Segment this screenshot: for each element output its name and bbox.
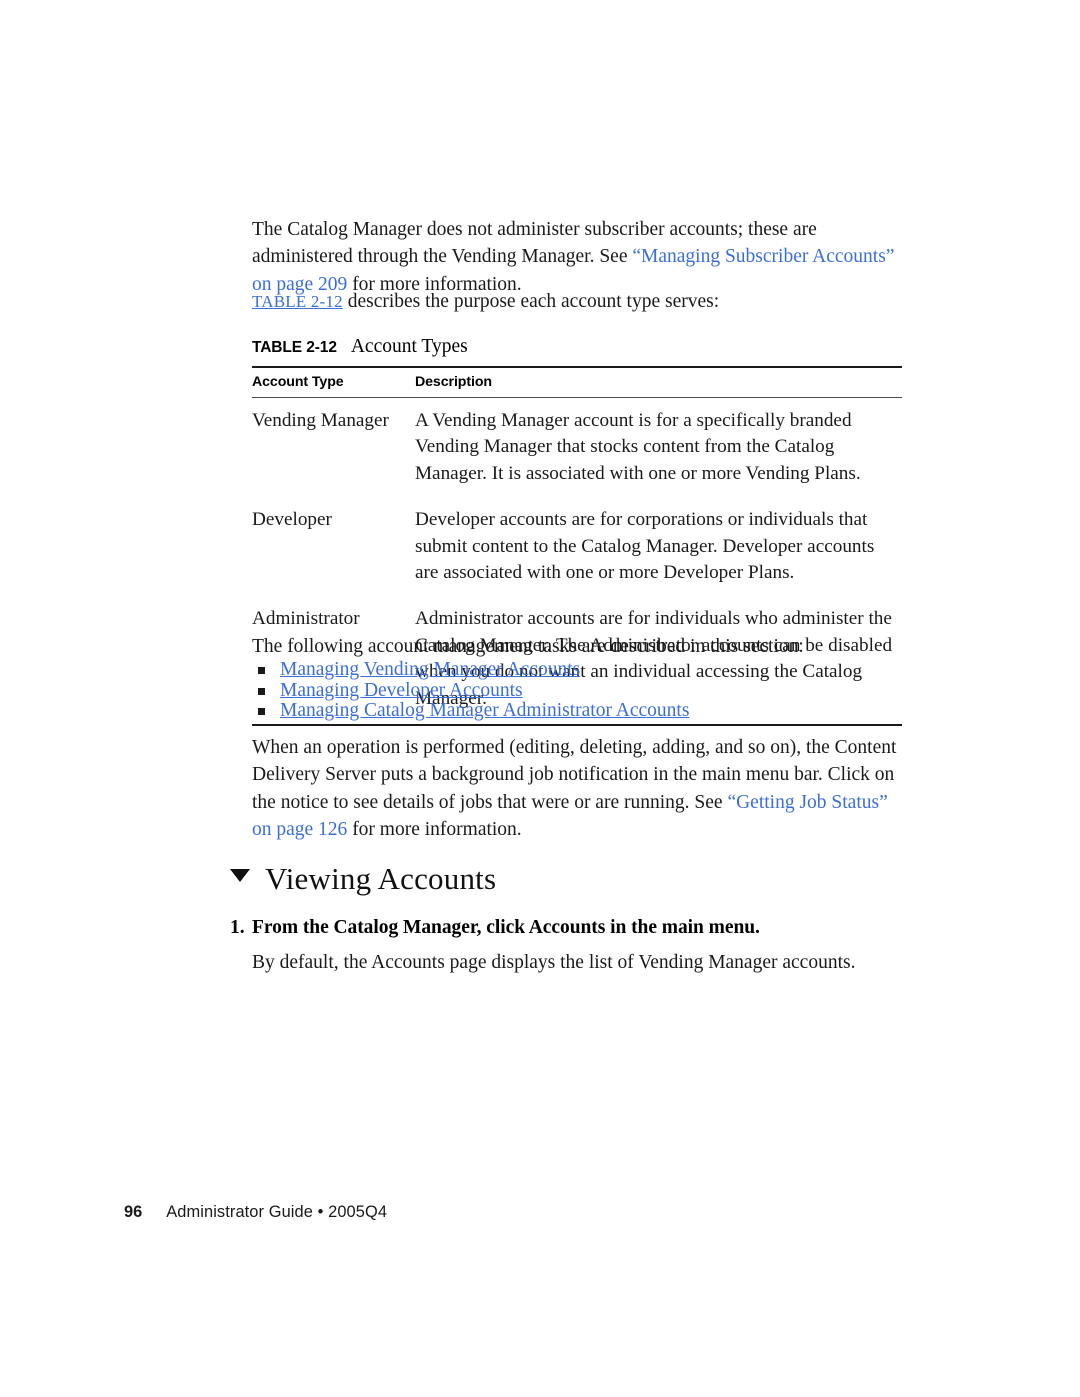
intro-paragraph: The Catalog Manager does not administer …	[252, 216, 912, 298]
page-title: Viewing Accounts	[265, 861, 497, 896]
table-intro-line: TABLE 2-12 describes the purpose each ac…	[252, 288, 912, 315]
column-header-account-type: Account Type	[252, 366, 415, 398]
table-caption: TABLE 2-12 Account Types	[252, 336, 912, 358]
section-heading: Viewing Accounts	[230, 862, 910, 896]
managing-developer-accounts-link[interactable]: Managing Developer Accounts	[280, 680, 523, 701]
triangle-down-icon	[230, 869, 250, 882]
footer-text: Administrator Guide • 2005Q4	[166, 1203, 388, 1221]
table-intro-text: TABLE 2-12 describes the purpose each ac…	[252, 288, 912, 315]
table-header-row: Account Type Description	[252, 366, 902, 398]
table-row: Developer Developer accounts are for cor…	[252, 497, 902, 596]
step-body-text: By default, the Accounts page displays t…	[252, 952, 856, 973]
operation-note-text: When an operation is performed (editing,…	[252, 734, 912, 844]
table-caption-label: TABLE 2-12	[252, 339, 337, 356]
step-title: From the Catalog Manager, click Accounts…	[252, 917, 760, 938]
procedure-step: 1. From the Catalog Manager, click Accou…	[230, 915, 920, 976]
tasks-intro-paragraph: The following account management tasks a…	[252, 633, 912, 660]
table-2-12-reference-link[interactable]: TABLE 2-12	[252, 292, 343, 311]
column-header-description: Description	[415, 366, 902, 398]
cell-account-type: Developer	[252, 509, 332, 531]
square-bullet-icon	[258, 667, 265, 674]
managing-catalog-manager-administrator-accounts-link[interactable]: Managing Catalog Manager Administrator A…	[280, 700, 689, 721]
tasks-intro-text: The following account management tasks a…	[252, 636, 804, 657]
page-footer: 96 Administrator Guide • 2005Q4	[124, 1203, 387, 1222]
list-item[interactable]: Managing Vending Manager Accounts	[252, 659, 912, 681]
list-item[interactable]: Managing Developer Accounts	[252, 680, 912, 702]
list-item[interactable]: Managing Catalog Manager Administrator A…	[252, 700, 912, 722]
managing-vending-manager-accounts-link[interactable]: Managing Vending Manager Accounts	[280, 659, 580, 680]
cell-description: Developer accounts are for corporations …	[415, 509, 875, 584]
table-caption-title: Account Types	[350, 336, 468, 357]
cell-account-type: Vending Manager	[252, 410, 389, 431]
document-page: The Catalog Manager does not administer …	[0, 0, 1080, 1397]
operation-text-after: for more information.	[347, 819, 522, 841]
table-header: Account Type Description	[252, 366, 902, 398]
table-row: Vending Manager A Vending Manager accoun…	[252, 398, 902, 498]
step-row: 1. From the Catalog Manager, click Accou…	[230, 915, 920, 941]
page-number: 96	[124, 1203, 143, 1221]
square-bullet-icon	[258, 687, 265, 695]
intro-paragraph-text: The Catalog Manager does not administer …	[252, 216, 912, 298]
cell-description: A Vending Manager account is for a speci…	[415, 410, 861, 484]
table-intro-remainder: describes the purpose each account type …	[342, 291, 720, 312]
square-bullet-icon	[258, 708, 265, 716]
tasks-list: Managing Vending Manager Accounts Managi…	[252, 659, 912, 722]
step-number: 1.	[230, 917, 245, 938]
operation-note-paragraph: When an operation is performed (editing,…	[252, 734, 912, 844]
